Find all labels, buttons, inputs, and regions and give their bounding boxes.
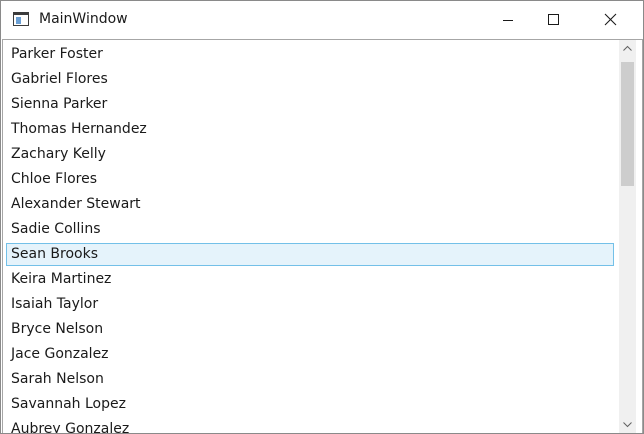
- minimize-icon: [503, 20, 513, 21]
- main-window: MainWindow Parker Foster Gabriel Flores Si…: [0, 0, 644, 434]
- names-listbox[interactable]: Parker Foster Gabriel Flores Sienna Parker…: [2, 39, 643, 433]
- title-bar[interactable]: MainWindow: [1, 1, 643, 39]
- close-button[interactable]: [587, 1, 633, 39]
- minimize-button[interactable]: [485, 1, 531, 39]
- scroll-down-button[interactable]: [619, 416, 636, 433]
- list-item[interactable]: Aubrey Gonzalez: [6, 418, 614, 433]
- list-item[interactable]: Zachary Kelly: [6, 143, 614, 166]
- list-item-selected[interactable]: Sean Brooks: [6, 243, 614, 266]
- scroll-thumb[interactable]: [621, 62, 634, 186]
- list-item[interactable]: Isaiah Taylor: [6, 293, 614, 316]
- vertical-scrollbar[interactable]: [619, 40, 636, 433]
- list-item[interactable]: Gabriel Flores: [6, 68, 614, 91]
- list-items: Parker Foster Gabriel Flores Sienna Parker…: [3, 40, 621, 433]
- scroll-up-button[interactable]: [619, 40, 636, 57]
- list-item[interactable]: Parker Foster: [6, 43, 614, 66]
- list-item[interactable]: Bryce Nelson: [6, 318, 614, 341]
- close-icon: [604, 13, 617, 26]
- list-item[interactable]: Sienna Parker: [6, 93, 614, 116]
- list-item[interactable]: Sadie Collins: [6, 218, 614, 241]
- list-item[interactable]: Alexander Stewart: [6, 193, 614, 216]
- list-item[interactable]: Jace Gonzalez: [6, 343, 614, 366]
- window-app-icon: [13, 12, 29, 26]
- chevron-down-icon: [623, 422, 632, 428]
- list-item[interactable]: Sarah Nelson: [6, 368, 614, 391]
- list-item[interactable]: Chloe Flores: [6, 168, 614, 191]
- list-item[interactable]: Keira Martinez: [6, 268, 614, 291]
- chevron-up-icon: [623, 45, 632, 51]
- list-item[interactable]: Savannah Lopez: [6, 393, 614, 416]
- maximize-button[interactable]: [531, 1, 577, 39]
- window-title: MainWindow: [39, 11, 128, 27]
- maximize-icon: [548, 14, 559, 25]
- list-item[interactable]: Thomas Hernandez: [6, 118, 614, 141]
